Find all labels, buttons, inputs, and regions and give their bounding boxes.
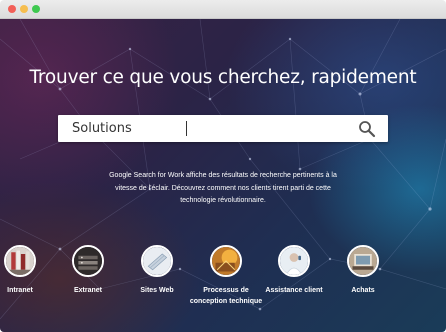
window-titlebar xyxy=(0,0,446,19)
page-headline: Trouver ce que vous cherchez, rapidement xyxy=(29,67,417,88)
category-label: Achats xyxy=(351,287,375,294)
category-label: Assistance client xyxy=(265,287,323,294)
intranet-icon xyxy=(4,245,36,277)
search-icon[interactable] xyxy=(358,120,376,138)
category-customer-support[interactable]: Assistance client xyxy=(254,245,334,297)
category-shopping[interactable]: Achats xyxy=(323,245,403,297)
close-window-button[interactable] xyxy=(8,5,16,13)
text-caret xyxy=(186,121,187,136)
search-bar[interactable] xyxy=(58,115,388,142)
category-extranet[interactable]: Extranet xyxy=(48,245,128,297)
maximize-window-button[interactable] xyxy=(32,5,40,13)
minimize-window-button[interactable] xyxy=(20,5,28,13)
engineering-design-icon xyxy=(210,245,242,277)
category-websites[interactable]: Sites Web xyxy=(117,245,197,297)
hero-section: Trouver ce que vous cherchez, rapidement… xyxy=(0,19,446,332)
extranet-icon xyxy=(72,245,104,277)
category-label: Sites Web xyxy=(140,287,174,294)
customer-support-icon xyxy=(278,245,310,277)
browser-window: Trouver ce que vous cherchez, rapidement… xyxy=(0,0,446,332)
search-input[interactable] xyxy=(58,115,348,142)
hero-description: Google Search for Work affiche des résul… xyxy=(109,172,337,204)
category-list: Intranet Extranet Sites Web Processus de… xyxy=(0,245,446,332)
category-label: Extranet xyxy=(73,287,102,294)
shopping-icon xyxy=(347,245,379,277)
websites-icon xyxy=(141,245,173,277)
